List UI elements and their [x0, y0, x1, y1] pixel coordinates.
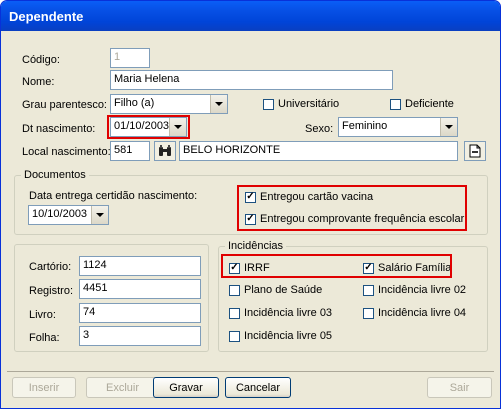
dropdown-arrow-icon[interactable]	[91, 206, 108, 224]
cartorio-field[interactable]: 1124	[79, 256, 201, 276]
codigo-label: Código:	[22, 54, 60, 66]
cartorio-label: Cartório:	[29, 261, 72, 273]
checkbox-box[interactable]	[229, 307, 240, 319]
grau-parentesco-label: Grau parentesco:	[22, 99, 107, 111]
excluir-button[interactable]: Excluir	[86, 377, 159, 398]
highlight-documentos	[237, 185, 467, 231]
deficiente-label: Deficiente	[405, 98, 454, 110]
incidencia-livre-04-label: Incidência livre 04	[378, 307, 467, 319]
dt-nascimento-label: Dt nascimento:	[22, 123, 96, 135]
incidencia-livre-04-checkbox[interactable]: Incidência livre 04	[363, 307, 466, 319]
registro-field[interactable]: 4451	[79, 279, 201, 299]
folha-label: Folha:	[29, 332, 60, 344]
dependente-window: Dependente Código: 1 Nome: Maria Helena …	[0, 0, 501, 409]
local-nascimento-label: Local nascimento:	[22, 146, 111, 158]
nome-field[interactable]: Maria Helena	[110, 70, 393, 90]
dropdown-arrow-icon[interactable]	[210, 95, 227, 113]
grau-parentesco-select[interactable]: Filho (a)	[110, 94, 228, 114]
deficiente-checkbox[interactable]: Deficiente	[390, 98, 454, 110]
sexo-select[interactable]: Feminino	[338, 117, 458, 137]
title-bar: Dependente	[1, 1, 500, 31]
local-city-field[interactable]: BELO HORIZONTE	[179, 141, 458, 161]
livro-field[interactable]: 74	[79, 303, 201, 323]
cancelar-button[interactable]: Cancelar	[225, 377, 291, 398]
incidencia-livre-02-label: Incidência livre 02	[378, 284, 467, 296]
universitario-checkbox[interactable]: Universitário	[263, 98, 339, 110]
sexo-label: Sexo:	[305, 123, 334, 135]
data-entrega-picker[interactable]: 10/10/2003	[28, 205, 109, 225]
registro-label: Registro:	[29, 285, 74, 297]
highlight-incidencias	[221, 254, 452, 278]
inserir-button[interactable]: Inserir	[12, 377, 76, 398]
plano-saude-label: Plano de Saúde	[244, 284, 323, 296]
dropdown-arrow-icon[interactable]	[440, 118, 457, 136]
incidencia-livre-03-checkbox[interactable]: Incidência livre 03	[229, 307, 332, 319]
checkbox-box[interactable]	[229, 330, 240, 342]
incidencia-livre-05-label: Incidência livre 05	[244, 330, 333, 342]
folha-field[interactable]: 3	[79, 326, 201, 346]
binoculars-icon[interactable]	[154, 141, 176, 161]
documentos-title: Documentos	[21, 169, 89, 181]
incidencia-livre-03-label: Incidência livre 03	[244, 307, 333, 319]
checkbox-box[interactable]	[263, 98, 274, 110]
codigo-field[interactable]: 1	[110, 48, 150, 68]
incidencias-title: Incidências	[225, 240, 287, 252]
checkbox-box[interactable]	[363, 307, 374, 319]
window-title: Dependente	[9, 9, 84, 24]
sexo-value: Feminino	[342, 120, 388, 132]
livro-label: Livro:	[29, 309, 56, 321]
checkbox-box[interactable]	[229, 284, 240, 296]
grau-parentesco-value: Filho (a)	[114, 97, 155, 109]
universitario-label: Universitário	[278, 98, 340, 110]
incidencia-livre-02-checkbox[interactable]: Incidência livre 02	[363, 284, 466, 296]
data-entrega-value: 10/10/2003	[32, 208, 88, 220]
nome-label: Nome:	[22, 76, 55, 88]
checkbox-box[interactable]	[363, 284, 374, 296]
data-entrega-label: Data entrega certidão nascimento:	[29, 190, 198, 202]
checkbox-box[interactable]	[390, 98, 401, 110]
sair-button[interactable]: Sair	[427, 377, 492, 398]
incidencia-livre-05-checkbox[interactable]: Incidência livre 05	[229, 330, 332, 342]
gravar-button[interactable]: Gravar	[153, 377, 219, 398]
plano-saude-checkbox[interactable]: Plano de Saúde	[229, 284, 322, 296]
highlight-dt-nascimento	[107, 115, 190, 139]
document-icon[interactable]	[464, 141, 486, 161]
button-bar-divider	[7, 371, 494, 372]
local-code-field[interactable]: 581	[110, 141, 150, 161]
